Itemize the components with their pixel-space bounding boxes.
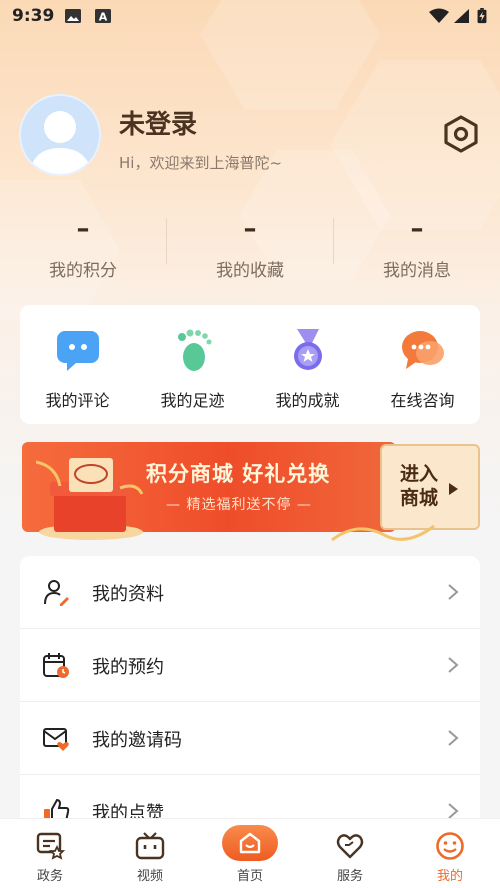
quick-action-footprints[interactable]: 我的足迹: [135, 305, 250, 424]
calendar-clock-icon: [43, 653, 69, 678]
status-bar: 9:39 A: [0, 0, 500, 34]
tab-label: 视频: [136, 869, 163, 884]
tv-icon: [135, 832, 165, 860]
stat-points[interactable]: – 我的积分: [0, 212, 166, 281]
image-notification-icon: [65, 9, 81, 23]
menu-item-reservations[interactable]: 我的预约: [20, 629, 480, 702]
quick-actions-card: 我的评论 我的足迹 我的成就 在线咨询: [20, 305, 480, 424]
stat-favorites-value: –: [243, 214, 257, 244]
stat-favorites-label: 我的收藏: [216, 261, 284, 281]
quick-action-label: 我的评论: [45, 391, 110, 410]
quick-action-label: 我的成就: [275, 391, 340, 410]
tab-label: 服务: [336, 869, 363, 884]
medal-icon: [294, 329, 322, 370]
smiley-icon: [436, 832, 464, 860]
tab-home[interactable]: 首页: [200, 819, 300, 888]
greeting-text: Hi，欢迎来到上海普陀~: [119, 154, 283, 172]
footprint-icon: [178, 329, 212, 371]
settings-menu-list: 我的资料 我的预约 我的邀请码 我的点赞: [20, 556, 480, 856]
menu-item-label: 我的预约: [92, 657, 164, 678]
settings-icon[interactable]: [441, 114, 481, 154]
profile-edit-icon: [44, 580, 69, 606]
gov-affairs-icon: [36, 832, 65, 860]
ribbon-decoration-icon: [331, 524, 435, 542]
tab-services[interactable]: 服务: [300, 819, 400, 888]
login-status-title[interactable]: 未登录: [119, 104, 197, 141]
chat-consult-icon: [402, 331, 444, 369]
tab-label: 首页: [236, 869, 263, 884]
quick-action-achievements[interactable]: 我的成就: [250, 305, 365, 424]
stat-messages-value: –: [410, 214, 424, 244]
bottom-tab-bar: 政务 视频 首页 服务 我的: [0, 818, 500, 888]
battery-charging-icon: [477, 8, 487, 24]
menu-item-label: 我的邀请码: [92, 730, 182, 751]
status-time: 9:39: [12, 6, 55, 26]
tab-video[interactable]: 视频: [100, 819, 200, 888]
stat-messages-label: 我的消息: [383, 261, 451, 281]
stat-points-value: –: [76, 214, 90, 244]
stat-messages[interactable]: – 我的消息: [334, 212, 500, 281]
font-notification-icon: A: [95, 9, 111, 24]
wifi-icon: [429, 8, 449, 23]
chevron-right-icon: [448, 657, 459, 673]
quick-action-label: 我的足迹: [160, 391, 225, 410]
stat-points-label: 我的积分: [49, 261, 117, 281]
home-icon: [239, 832, 261, 854]
tab-label: 我的: [436, 869, 463, 884]
quick-action-consult[interactable]: 在线咨询: [365, 305, 480, 424]
svg-text:A: A: [99, 11, 108, 24]
tab-mine[interactable]: 我的: [400, 819, 500, 888]
avatar[interactable]: [19, 94, 101, 176]
stat-favorites[interactable]: – 我的收藏: [167, 212, 333, 281]
menu-item-label: 我的资料: [92, 584, 164, 605]
banner-subtitle: — 精选福利送不停 —: [166, 497, 312, 513]
menu-item-profile[interactable]: 我的资料: [20, 556, 480, 629]
play-arrow-icon: [449, 483, 458, 495]
quick-action-comments[interactable]: 我的评论: [20, 305, 135, 424]
chevron-right-icon: [448, 584, 459, 600]
banner-title: 积分商城 好礼兑换: [146, 462, 331, 486]
comment-bubble-icon: [57, 331, 99, 371]
menu-item-invite-code[interactable]: 我的邀请码: [20, 702, 480, 775]
points-mall-banner[interactable]: 积分商城 好礼兑换 — 精选福利送不停 — 进入商城: [18, 432, 484, 548]
tab-label: 政务: [36, 869, 63, 884]
tab-government[interactable]: 政务: [0, 819, 100, 888]
chevron-right-icon: [448, 730, 459, 746]
gift-box-icon: [36, 458, 144, 540]
home-button[interactable]: [222, 825, 278, 861]
quick-action-label: 在线咨询: [390, 391, 455, 410]
heart-hand-icon: [336, 834, 364, 859]
signal-icon: [454, 9, 469, 23]
mail-heart-icon: [43, 728, 69, 751]
